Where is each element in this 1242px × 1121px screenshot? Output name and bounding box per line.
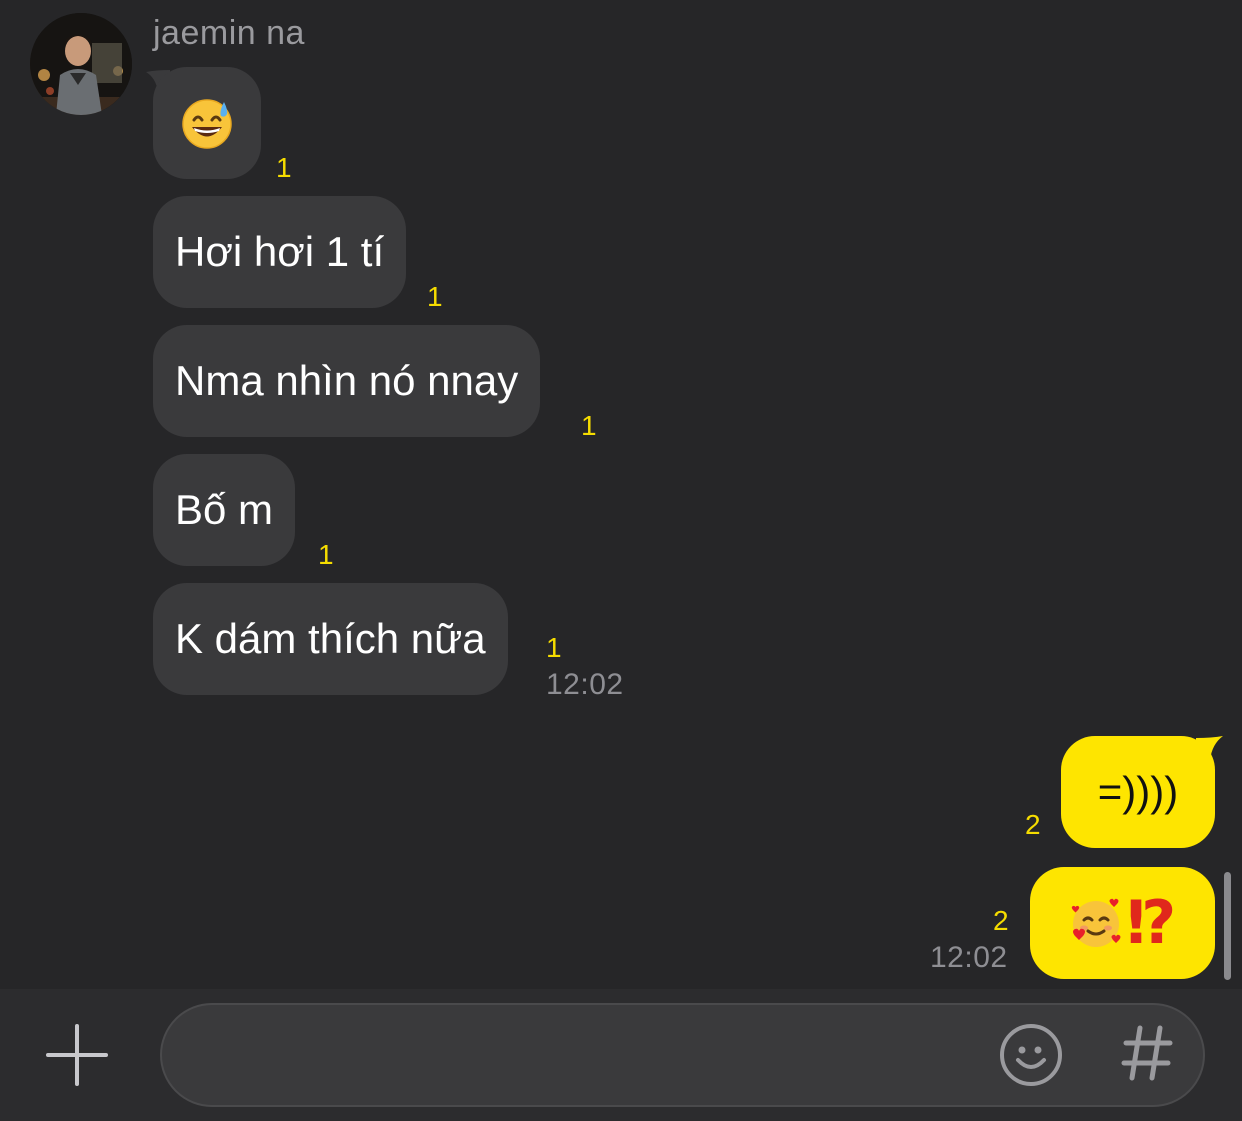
message-text: =))))	[1097, 768, 1179, 815]
add-button[interactable]	[44, 1022, 110, 1088]
incoming-message[interactable]: K dám thích nữa	[153, 583, 508, 695]
unread-count: 1	[581, 410, 597, 441]
unread-count: 2	[1025, 809, 1041, 840]
plus-icon	[46, 1024, 108, 1086]
message-text: Nma nhìn nó nnay	[175, 357, 519, 404]
emoji-icon	[1000, 1024, 1062, 1086]
chat-screen: jaemin na 1 Hơi hơi 1 tí 1 Nma nhìn nó n…	[0, 0, 1242, 1121]
incoming-message[interactable]: Hơi hơi 1 tí	[153, 196, 407, 308]
unread-count: 1	[546, 632, 562, 663]
grinning-face-with-sweat-icon	[182, 99, 232, 149]
hashtag-button[interactable]	[1118, 1020, 1176, 1086]
unread-count: 2	[993, 905, 1009, 936]
message-text: Hơi hơi 1 tí	[175, 228, 385, 275]
outgoing-message[interactable]: =))))	[1061, 736, 1215, 848]
message-text: Bố m	[175, 486, 274, 533]
message-timestamp: 12:02	[930, 941, 1008, 974]
avatar-photo	[30, 13, 132, 115]
message-timestamp: 12:02	[546, 668, 624, 701]
sender-name: jaemin na	[153, 14, 305, 52]
avatar[interactable]	[30, 13, 132, 115]
unread-count: 1	[276, 152, 292, 183]
message-text: K dám thích nữa	[175, 615, 486, 662]
incoming-message[interactable]: Nma nhìn nó nnay	[153, 325, 541, 437]
smiling-face-with-hearts-icon	[1071, 898, 1121, 947]
unread-count: 1	[318, 539, 334, 570]
unread-count: 1	[427, 281, 443, 312]
scrollbar[interactable]	[1224, 872, 1231, 980]
emoji-button[interactable]	[998, 1022, 1064, 1088]
message-text: ⁉	[1126, 889, 1177, 956]
incoming-message[interactable]: Bố m	[153, 454, 296, 566]
outgoing-message-emoji[interactable]: ⁉	[1030, 867, 1215, 979]
incoming-message-emoji[interactable]	[153, 67, 261, 179]
hashtag-icon	[1121, 1025, 1173, 1081]
